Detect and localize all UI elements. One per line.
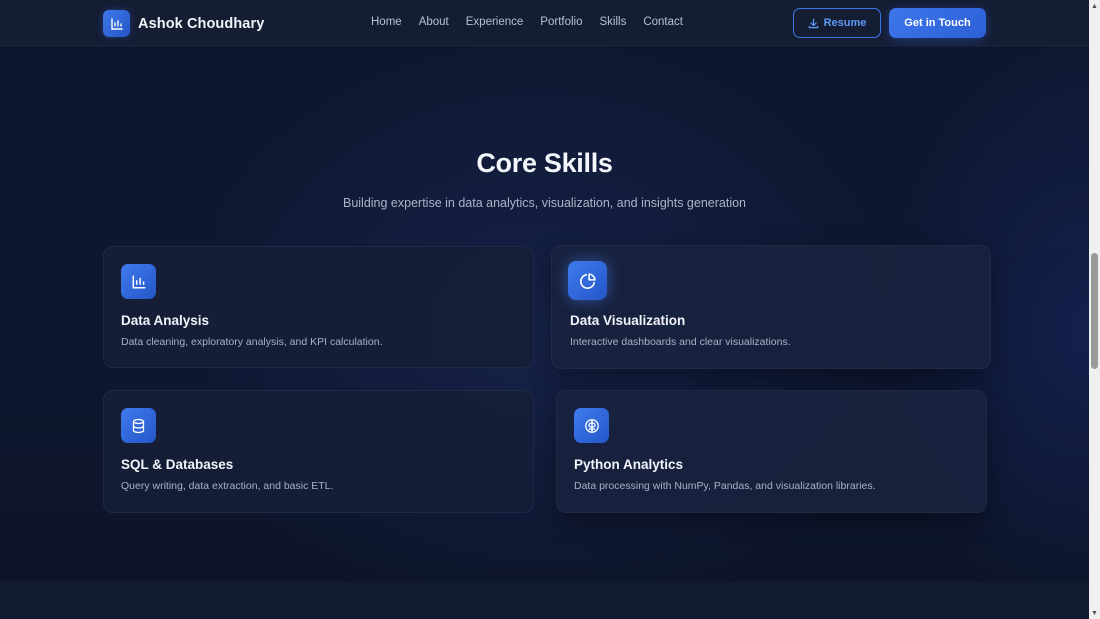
pie-chart-icon [568,261,607,300]
download-icon [808,18,819,29]
card-desc: Data processing with NumPy, Pandas, and … [574,480,876,492]
card-desc: Data cleaning, exploratory analysis, and… [121,336,383,348]
card-title: Data Analysis [121,313,210,328]
skill-card-data-visualization: Data Visualization Interactive dashboard… [551,245,991,369]
brain-icon [574,408,609,443]
get-in-touch-button[interactable]: Get in Touch [889,8,986,38]
nav-link-skills[interactable]: Skills [599,16,626,28]
card-desc: Interactive dashboards and clear visuali… [570,336,791,348]
card-title: SQL & Databases [121,457,234,472]
nav-link-experience[interactable]: Experience [466,16,524,28]
section-subtitle: Building expertise in data analytics, vi… [342,196,747,210]
nav-link-portfolio[interactable]: Portfolio [540,16,582,28]
brand[interactable]: Ashok Choudhary [103,10,264,37]
nav-link-contact[interactable]: Contact [643,16,683,28]
card-title: Data Visualization [570,313,686,328]
scrollbar-thumb[interactable] [1091,253,1098,369]
resume-button-label: Resume [823,17,867,29]
next-section [0,581,1089,619]
database-icon [121,408,156,443]
card-title: Python Analytics [574,457,684,472]
bar-chart-icon [121,264,156,299]
nav-link-about[interactable]: About [419,16,449,28]
section-title: Core Skills [476,148,613,178]
scroll-down-arrow-icon[interactable]: ▼ [1089,607,1100,619]
card-desc: Query writing, data extraction, and basi… [121,480,334,492]
scroll-up-arrow-icon[interactable]: ▲ [1089,0,1100,12]
resume-button[interactable]: Resume [793,8,881,38]
navbar: Ashok Choudhary Home About Experience Po… [0,0,1089,46]
nav-link-home[interactable]: Home [371,16,402,28]
skill-card-sql-databases: SQL & Databases Query writing, data extr… [103,390,534,513]
page: Ashok Choudhary Home About Experience Po… [0,0,1089,619]
nav-links: Home About Experience Portfolio Skills C… [371,16,683,28]
brand-name: Ashok Choudhary [138,15,265,32]
bar-chart-icon [103,10,130,37]
scrollbar[interactable]: ▲ ▼ [1089,0,1100,619]
skill-card-data-analysis: Data Analysis Data cleaning, exploratory… [103,246,534,368]
get-in-touch-label: Get in Touch [904,17,971,29]
skill-card-python-analytics: Python Analytics Data processing with Nu… [556,390,987,513]
